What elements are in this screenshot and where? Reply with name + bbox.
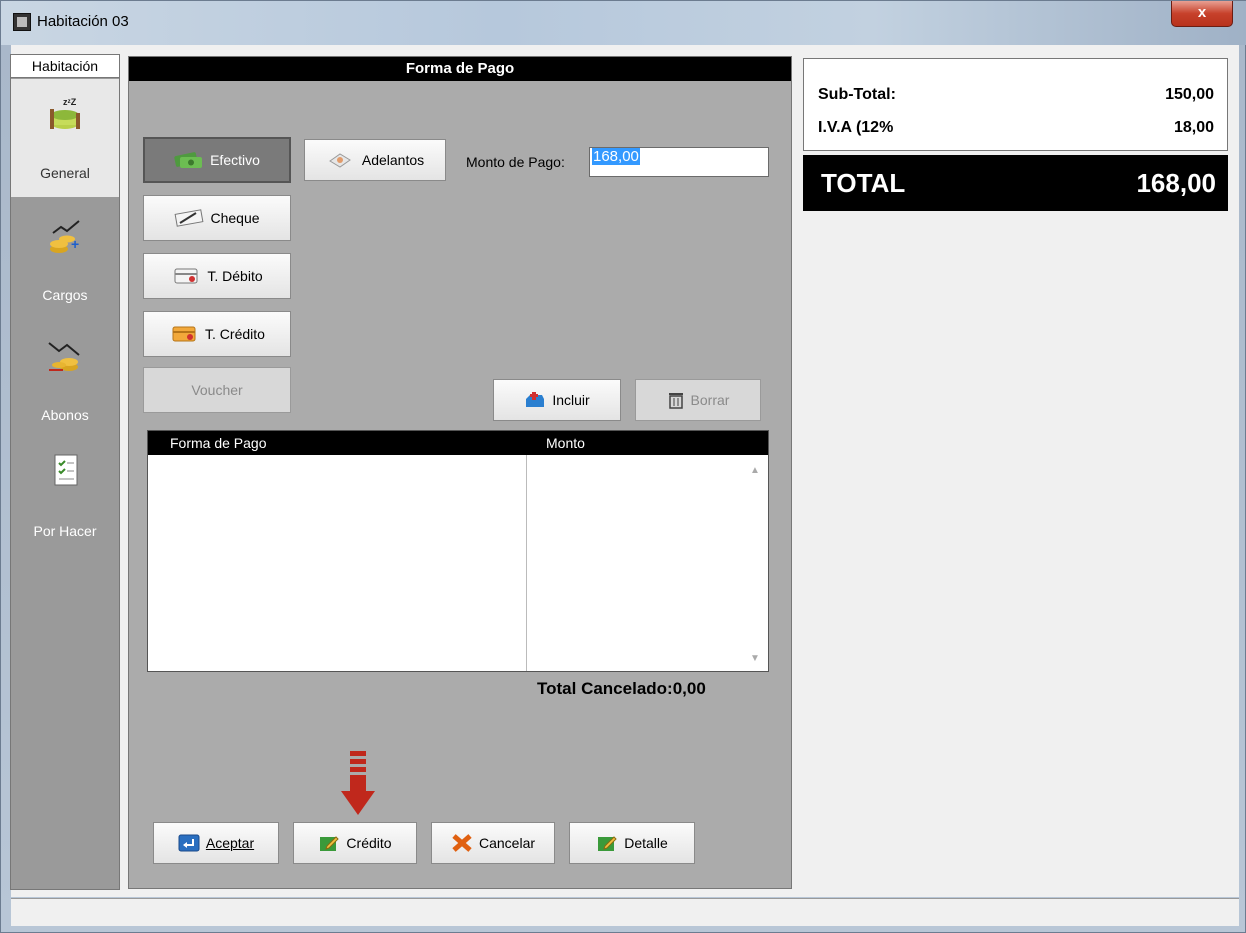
monto-input[interactable]: 168,00 — [589, 147, 769, 177]
efectivo-label: Efectivo — [210, 152, 260, 168]
table-header: Forma de Pago Monto — [148, 431, 768, 455]
iva-row: I.V.A (12% 18,00 — [818, 119, 1214, 137]
coins-charge-icon: + — [50, 220, 80, 253]
sidebar-item-general[interactable]: zᶻZ General — [11, 79, 119, 197]
sidebar: Habitación zᶻZ General + Cargos Abonos P… — [10, 54, 120, 890]
coins-payment-icon — [48, 342, 80, 371]
app-icon — [13, 13, 31, 31]
subtotal-row: Sub-Total: 150,00 — [818, 86, 1214, 104]
sidebar-item-label: Abonos — [41, 407, 89, 423]
bed-sleep-icon: zᶻZ — [50, 97, 80, 129]
cash-icon — [174, 152, 203, 168]
debit-card-label: T. Débito — [207, 268, 263, 284]
subtotal-label: Sub-Total: — [818, 86, 896, 103]
cheque-icon — [175, 209, 204, 227]
adelantos-label: Adelantos — [361, 152, 425, 168]
monto-value: 168,00 — [592, 148, 640, 165]
sidebar-item-abonos[interactable]: Abonos — [11, 319, 119, 437]
column-monto: Monto — [546, 435, 585, 451]
sidebar-item-por-hacer[interactable]: Por Hacer — [11, 437, 119, 555]
payments-table[interactable]: Forma de Pago Monto ▲ ▼ — [147, 430, 769, 672]
credit-card-button[interactable]: T. Crédito — [143, 311, 291, 357]
efectivo-button[interactable]: Efectivo — [143, 137, 291, 183]
credito-label: Crédito — [346, 835, 392, 851]
total-value: 168,00 — [1136, 168, 1216, 198]
aceptar-label: Aceptar — [205, 835, 255, 851]
subtotal-value: 150,00 — [1165, 86, 1214, 103]
svg-text:zᶻZ: zᶻZ — [63, 97, 77, 107]
debit-card-icon — [174, 268, 198, 284]
cancelar-button[interactable]: Cancelar — [431, 822, 555, 864]
cheque-button[interactable]: Cheque — [143, 195, 291, 241]
cancel-x-icon — [452, 834, 472, 852]
voucher-button[interactable]: Voucher — [143, 367, 291, 413]
column-divider — [526, 455, 527, 671]
credit-card-label: T. Crédito — [205, 326, 265, 342]
iva-value: 18,00 — [1173, 119, 1214, 136]
sidebar-header: Habitación — [11, 55, 119, 78]
cancelar-label: Cancelar — [478, 835, 536, 851]
debit-card-button[interactable]: T. Débito — [143, 253, 291, 299]
column-forma-de-pago: Forma de Pago — [170, 435, 267, 451]
credit-card-icon — [172, 326, 196, 342]
cheque-label: Cheque — [210, 210, 260, 226]
incluir-button[interactable]: Incluir — [493, 379, 621, 421]
detalle-button[interactable]: Detalle — [569, 822, 695, 864]
payment-panel: Forma de Pago Efectivo Adelantos Monto d… — [128, 56, 792, 889]
edit-icon — [320, 836, 340, 851]
panel-title: Forma de Pago — [129, 57, 791, 81]
sidebar-item-label: Por Hacer — [33, 523, 97, 539]
borrar-button[interactable]: Borrar — [635, 379, 761, 421]
total-label: TOTAL — [821, 168, 906, 198]
svg-text:+: + — [71, 236, 79, 252]
adelantos-button[interactable]: Adelantos — [304, 139, 446, 181]
summary-box: Sub-Total: 150,00 I.V.A (12% 18,00 — [803, 58, 1228, 151]
edit-icon — [598, 836, 617, 851]
aceptar-button[interactable]: Aceptar — [153, 822, 279, 864]
add-item-icon — [526, 392, 545, 407]
advance-icon — [328, 153, 351, 168]
sidebar-item-cargos[interactable]: + Cargos — [11, 201, 119, 319]
voucher-label: Voucher — [191, 382, 243, 398]
sidebar-item-label: General — [40, 165, 90, 181]
status-bar — [11, 898, 1239, 926]
incluir-label: Incluir — [552, 392, 590, 408]
trash-icon — [668, 393, 683, 409]
total-bar: TOTAL 168,00 — [803, 155, 1228, 211]
scroll-up-icon[interactable]: ▲ — [750, 465, 760, 476]
scroll-down-icon[interactable]: ▼ — [750, 653, 760, 664]
window-title: Habitación 03 — [37, 13, 129, 30]
borrar-label: Borrar — [690, 392, 730, 408]
credito-button[interactable]: Crédito — [293, 822, 417, 864]
monto-label: Monto de Pago: — [466, 154, 565, 170]
iva-label: I.V.A (12% — [818, 119, 894, 136]
sidebar-item-label: Cargos — [42, 287, 88, 303]
down-arrow-icon — [341, 751, 375, 815]
title-bar[interactable]: Habitación 03 x — [1, 1, 1246, 45]
total-cancelado: Total Cancelado:0,00 — [537, 679, 706, 698]
close-button[interactable]: x — [1171, 1, 1233, 27]
checklist-icon — [54, 454, 78, 486]
enter-icon — [178, 834, 200, 852]
detalle-label: Detalle — [624, 835, 668, 851]
